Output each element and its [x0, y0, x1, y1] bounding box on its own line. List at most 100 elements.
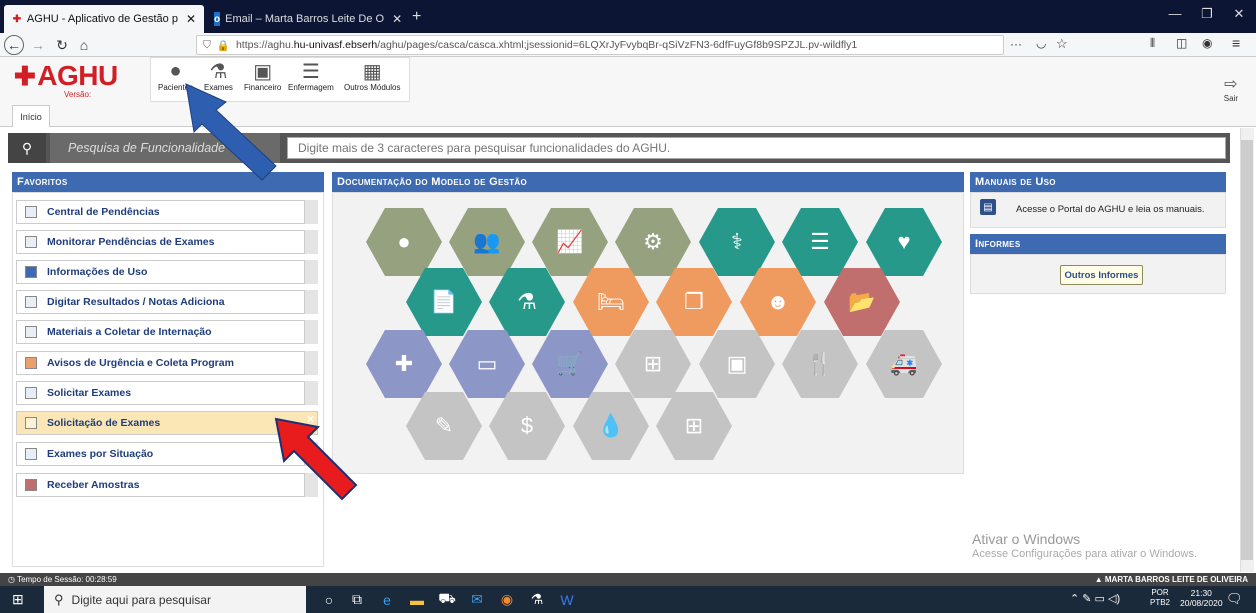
notification-icon[interactable]: 🗨 — [1226, 591, 1243, 607]
module-financeiro[interactable]: ▣ Financeiro — [244, 59, 281, 93]
windows-start-icon[interactable]: ⊞ — [12, 591, 24, 608]
list-icon: ☰ — [301, 60, 320, 83]
browser-tab-email[interactable]: o Email – Marta Barros Leite De O ✕ — [206, 5, 406, 33]
favorite-grip[interactable] — [304, 320, 318, 344]
exit-icon: ⇨ — [1224, 76, 1238, 93]
pocket-icon[interactable]: ◡ — [1036, 36, 1046, 50]
menu-icon[interactable]: ≡ — [1232, 35, 1240, 51]
mail-icon[interactable]: ✉ — [466, 590, 488, 609]
favorite-item-receber-amostras[interactable]: Receber Amostras — [16, 473, 318, 497]
module-exames[interactable]: ⚗ Exames — [204, 59, 233, 93]
extension-icon[interactable]: ◉ — [1202, 36, 1212, 50]
outros-informes-button[interactable]: Outros Informes — [1060, 265, 1143, 285]
cortana-icon[interactable]: ○ — [318, 590, 340, 609]
word-icon[interactable]: W — [556, 590, 578, 609]
favorite-item-icon — [25, 206, 37, 218]
lab-app-icon[interactable]: ⚗ — [526, 590, 548, 609]
favorite-grip[interactable] — [304, 260, 318, 284]
search-icon[interactable]: ⚲ — [8, 133, 46, 163]
favorite-grip[interactable] — [304, 381, 318, 405]
lock-warning-icon: 🔒 — [216, 39, 230, 52]
store-icon[interactable]: ⛟ — [436, 590, 458, 609]
windows-watermark-subtitle: Acesse Configurações para ativar o Windo… — [972, 548, 1197, 560]
flask-icon: ⚗ — [209, 60, 228, 83]
bookmark-star-icon[interactable]: ☆ — [1056, 36, 1068, 52]
module-pacientes[interactable]: ● Pacientes — [158, 59, 193, 93]
favorite-grip[interactable] — [304, 351, 318, 375]
grid-icon: ▦ — [362, 60, 382, 83]
taskbar-search[interactable]: ⚲ Digite aqui para pesquisar — [44, 586, 306, 613]
tray-clock[interactable]: 21:30 20/08/2020 — [1180, 588, 1223, 608]
favorite-grip[interactable] — [304, 290, 318, 314]
favorite-item-icon — [25, 266, 37, 278]
status-bar: ◷ Tempo de Sessão: 00:28:59 ▲ MARTA BARR… — [0, 573, 1256, 586]
forward-icon[interactable]: → — [28, 35, 48, 55]
favorite-grip[interactable] — [304, 442, 318, 466]
money-icon: ▣ — [253, 60, 273, 83]
module-outros[interactable]: ▦ Outros Módulos — [344, 59, 400, 93]
favorite-item-icon — [25, 417, 37, 429]
windows-watermark-title: Ativar o Windows — [972, 531, 1081, 547]
minimize-icon[interactable]: — — [1160, 6, 1190, 21]
person-icon: ● — [169, 59, 182, 82]
search-input[interactable] — [287, 137, 1226, 159]
favorite-item-icon — [25, 326, 37, 338]
favorite-item-central-pendencias[interactable]: Central de Pendências — [16, 200, 318, 224]
library-icon[interactable]: ⫴ — [1150, 36, 1155, 51]
favorite-item-icon — [25, 479, 37, 491]
firefox-icon[interactable]: ◉ — [496, 590, 518, 609]
close-tab-icon[interactable]: ✕ — [186, 12, 196, 26]
favorite-item-icon — [25, 448, 37, 460]
tray-language[interactable]: POR PTB2 — [1150, 588, 1170, 608]
favorite-grip[interactable] — [304, 230, 318, 254]
favorite-item-exames-situacao[interactable]: Exames por Situação — [16, 442, 318, 466]
maximize-icon[interactable]: ❐ — [1192, 6, 1222, 22]
documentation-header: Documentação do Modelo de Gestão — [332, 172, 964, 192]
browser-tab-aghu[interactable]: ✚ AGHU - Aplicativo de Gestão p ✕ — [4, 5, 204, 33]
search-label: Pesquisa de Funcionalidade — [50, 133, 280, 163]
manuals-text[interactable]: Acesse o Portal do AGHU e leia os manuai… — [1016, 204, 1205, 215]
informes-header: Informes — [970, 234, 1226, 254]
remove-favorite-icon[interactable]: ✕ — [306, 413, 315, 426]
explorer-icon[interactable]: ▬ — [406, 590, 428, 609]
favorite-item-monitorar-pendencias[interactable]: Monitorar Pendências de Exames — [16, 230, 318, 254]
favorites-header: Favoritos — [12, 172, 324, 192]
page-actions-icon[interactable]: ··· — [1010, 37, 1022, 51]
favorite-item-informacoes-uso[interactable]: Informações de Uso — [16, 260, 318, 284]
favorite-item-avisos-urgencia[interactable]: Avisos de Urgência e Coleta Program — [16, 351, 318, 375]
exit-button[interactable]: ⇨ Sair — [1224, 74, 1238, 103]
sidebar-icon[interactable]: ◫ — [1176, 36, 1187, 50]
close-tab-icon[interactable]: ✕ — [392, 12, 402, 26]
favorite-grip[interactable] — [304, 473, 318, 497]
task-view-icon[interactable]: ⧉ — [346, 590, 368, 609]
aghu-logo: ✚ AGHU — [14, 60, 118, 91]
favorite-grip[interactable] — [304, 200, 318, 224]
favorite-item-icon — [25, 357, 37, 369]
scrollbar-thumb[interactable] — [1241, 140, 1253, 560]
version-label: Versão: — [64, 90, 92, 99]
url-bar[interactable]: ⛉ 🔒 https://aghu. hu-univasf.ebserh/aghu/… — [196, 35, 1004, 55]
favorite-item-solicitacao-exames[interactable]: Solicitação de Exames — [16, 411, 318, 435]
favorite-item-digitar-resultados[interactable]: Digitar Resultados / Notas Adiciona — [16, 290, 318, 314]
favorite-item-icon — [25, 296, 37, 308]
aghu-favicon-icon: ✚ — [12, 13, 22, 25]
manuals-header: Manuais de Uso — [970, 172, 1226, 192]
favorite-item-icon — [25, 236, 37, 248]
new-tab-button[interactable]: + — [412, 8, 421, 26]
favorite-item-solicitar-exames[interactable]: Solicitar Exames — [16, 381, 318, 405]
reload-icon[interactable]: ↻ — [52, 35, 72, 55]
back-icon[interactable]: ← — [4, 35, 24, 55]
favorite-item-materiais-coletar[interactable]: Materiais a Coletar de Internação — [16, 320, 318, 344]
tab-inicio[interactable]: Início — [12, 105, 50, 127]
user-name[interactable]: ▲ MARTA BARROS LEITE DE OLIVEIRA — [1095, 575, 1248, 584]
aghu-cross-icon: ✚ — [14, 60, 36, 91]
outlook-favicon-icon: o — [214, 12, 221, 26]
edge-icon[interactable]: e — [376, 590, 398, 609]
module-enfermagem[interactable]: ☰ Enfermagem — [288, 59, 334, 93]
tray-icons[interactable]: ⌃ ✎ ▭ ◁) — [1070, 592, 1120, 605]
search-icon: ⚲ — [54, 591, 64, 607]
close-window-icon[interactable]: ✕ — [1224, 6, 1254, 22]
book-icon[interactable]: ▤ — [980, 199, 996, 215]
home-icon[interactable]: ⌂ — [74, 35, 94, 55]
session-time: ◷ Tempo de Sessão: 00:28:59 — [8, 575, 117, 584]
